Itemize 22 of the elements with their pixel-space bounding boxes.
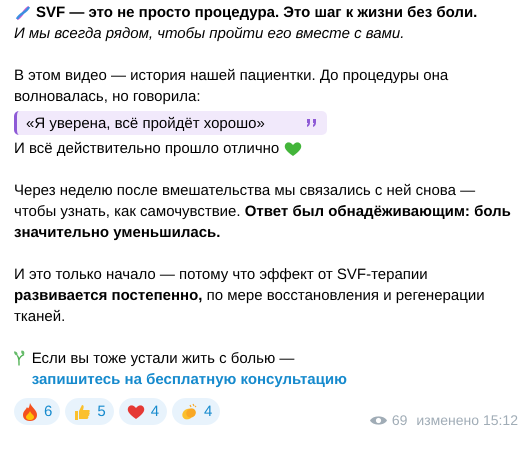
thumbs-up-icon (73, 402, 92, 420)
edited-time: изменено 15:12 (416, 411, 518, 430)
fire-icon (22, 402, 38, 420)
reaction-button[interactable]: 6 (14, 398, 60, 425)
result-text: И всё действительно прошло отлично (14, 139, 280, 159)
paragraph: Через неделю после вмешательства мы связались с ней снова — чтобы узнать, как самочувствие. Ответ был обнадёживающим: боль значительно уменьшилась. (14, 181, 512, 243)
reaction-button[interactable]: 4 (118, 398, 168, 425)
closing-paragraph: Если вы тоже устали жить с болью — запишитесь на бесплатную консультацию (32, 349, 348, 390)
subline: И мы всегда рядом, чтобы пройти его вместе с вами. (14, 24, 406, 44)
intro-paragraph: В этом видео — история нашей пациентки. До процедуры она волновалась, но говорила: (14, 66, 450, 107)
eye-icon (370, 415, 387, 426)
heart-icon (284, 140, 302, 156)
view-count: 69 (392, 411, 408, 430)
paragraph: И это только начало — потому что эффект от SVF-терапии развивается постепенно, по мере восстановления и регенерации тканей. (14, 265, 486, 327)
sprout-icon (14, 349, 26, 367)
reaction-button[interactable]: 4 (172, 398, 220, 425)
headline: SVF — это не просто процедура. Это шаг к жизни без боли. (36, 3, 478, 23)
reaction-button[interactable]: 5 (65, 398, 114, 425)
heart-icon (126, 404, 145, 420)
quote-icon (306, 119, 317, 127)
consultation-link[interactable]: запишитесь на бесплатную консультацию (32, 371, 347, 388)
quote-text: «Я уверена, всё пройдёт хорошо» (26, 114, 265, 134)
